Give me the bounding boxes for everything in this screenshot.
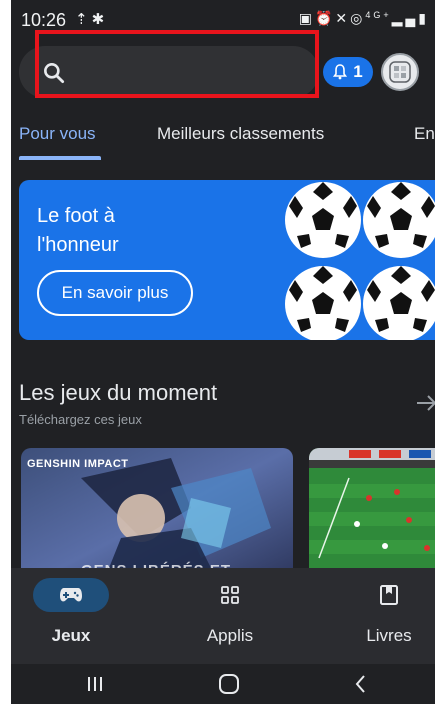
section-subtitle: Téléchargez ces jeux	[19, 412, 142, 427]
tab-meilleurs-classements[interactable]: Meilleurs classements	[157, 124, 324, 144]
promo-banner[interactable]: Le foot à l'honneur En savoir plus	[19, 180, 435, 340]
section-title: Les jeux du moment	[19, 380, 218, 405]
game-logo: GENSHIN IMPACT	[27, 458, 129, 470]
category-tabs: Pour vous Meilleurs classements En	[11, 118, 435, 162]
battery-icon: ▮	[418, 10, 429, 26]
mute-icon: ✕	[335, 10, 351, 26]
active-tab-indicator	[19, 156, 101, 160]
nav-active-indicator	[33, 578, 109, 612]
notification-button[interactable]: 1	[323, 57, 373, 87]
tab-pour-vous[interactable]: Pour vous	[19, 124, 96, 144]
nav-label-applis: Applis	[206, 626, 254, 645]
bell-icon	[333, 64, 348, 80]
status-time: 10:26	[21, 10, 67, 30]
nav-label-livres: Livres	[366, 626, 412, 645]
avatar[interactable]	[381, 53, 419, 91]
status-left-icons: ⇡✱	[75, 10, 108, 28]
photo-icon: ▣	[298, 10, 315, 26]
learn-more-button[interactable]: En savoir plus	[37, 270, 193, 316]
football-game-artwork	[309, 448, 435, 588]
search-icon	[44, 63, 65, 84]
recent-apps-icon[interactable]	[83, 672, 107, 696]
arrow-right-icon[interactable]	[415, 392, 435, 414]
home-icon[interactable]	[217, 672, 241, 696]
system-navigation-bar	[11, 664, 435, 704]
hotspot-icon: ◎	[350, 10, 366, 26]
nav-item-applis[interactable]: Applis	[170, 578, 290, 646]
apps-grid-icon	[221, 586, 239, 604]
signal-icon: ▂▄	[391, 10, 419, 26]
game-card-football[interactable]	[309, 448, 435, 588]
banner-title: Le foot à l'honneur	[37, 205, 119, 256]
alarm-icon: ⏰	[314, 10, 336, 26]
search-bar[interactable]	[19, 46, 319, 98]
nav-label-jeux: Jeux	[51, 626, 91, 645]
back-icon[interactable]	[349, 672, 373, 696]
gamepad-icon	[60, 588, 82, 602]
game-card-genshin[interactable]: GENSHIN IMPACT GENS LIBÉRÉS ET	[21, 448, 293, 588]
status-right-icons: ▣⏰✕◎4G+▂▄▮	[299, 10, 429, 27]
phone-screen: 10:26 ⇡✱ ▣⏰✕◎4G+▂▄▮ 1 Pour vous Meilleur…	[11, 0, 435, 704]
upload-icon: ⇡	[75, 11, 92, 28]
notification-count: 1	[353, 62, 363, 81]
bottom-navigation: Jeux Applis Livres	[11, 568, 435, 664]
bookmark-icon	[380, 585, 398, 605]
nav-item-jeux[interactable]: Jeux	[11, 578, 131, 646]
nav-item-livres[interactable]: Livres	[329, 578, 435, 646]
soccer-balls-illustration	[285, 182, 435, 340]
network-label: 4G+	[365, 10, 392, 20]
tab-en[interactable]: En	[414, 124, 435, 144]
avatar-image	[389, 61, 411, 83]
status-bar: 10:26 ⇡✱ ▣⏰✕◎4G+▂▄▮	[11, 0, 435, 38]
notification-icon: ✱	[91, 11, 109, 28]
